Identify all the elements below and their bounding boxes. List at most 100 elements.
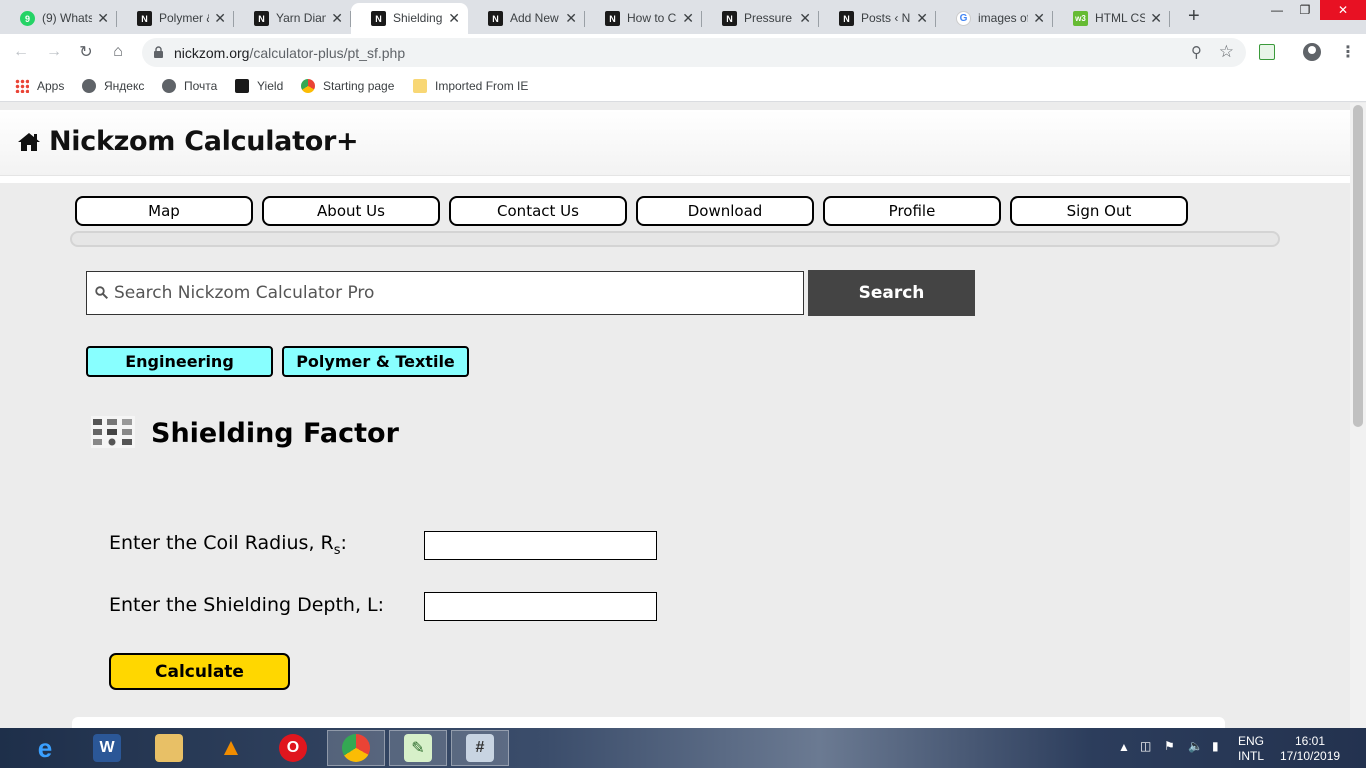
result-panel (72, 717, 1225, 728)
tab-title: Pressure (744, 11, 793, 25)
search-field[interactable] (86, 271, 804, 315)
tray-expand-icon[interactable]: ▲ (1118, 740, 1130, 755)
home-icon[interactable]: ⌂ (107, 41, 129, 63)
extension-icon[interactable] (1259, 44, 1275, 60)
network-icon[interactable]: ◫ (1140, 739, 1151, 754)
maximize-button[interactable]: ❐ (1292, 0, 1318, 20)
shielding-depth-label: Enter the Shielding Depth, L: (109, 594, 385, 616)
tab-shielding[interactable]: N Shielding ✕ (351, 3, 468, 34)
forward-arrow-icon[interactable]: → (43, 41, 65, 63)
word-icon[interactable]: W (78, 730, 136, 766)
window-close-button[interactable]: ✕ (1320, 0, 1366, 20)
page-content: Nickzom Calculator+ Map About Us Contact… (0, 103, 1350, 728)
nav-sign-out[interactable]: Sign Out (1010, 196, 1188, 226)
close-icon[interactable]: ✕ (682, 10, 694, 26)
clock[interactable]: 16:01 17/10/2019 (1280, 734, 1340, 764)
bookmark-yandex[interactable]: Яндекс (82, 77, 144, 95)
new-tab-button[interactable]: + (1188, 6, 1200, 26)
tab-pressure[interactable]: N Pressure ✕ (702, 3, 819, 34)
close-icon[interactable]: ✕ (97, 10, 109, 26)
globe-icon (162, 79, 176, 93)
category-polymer-textile[interactable]: Polymer & Textile (282, 346, 469, 377)
nav-download[interactable]: Download (636, 196, 814, 226)
chrome-icon (301, 79, 315, 93)
signal-icon[interactable]: ▮ (1212, 739, 1219, 754)
category-engineering[interactable]: Engineering (86, 346, 273, 377)
site-title[interactable]: Nickzom Calculator+ (49, 126, 359, 157)
notepad-icon[interactable]: ✎ (389, 730, 447, 766)
internet-explorer-icon[interactable]: e (16, 730, 74, 766)
shielding-depth-input[interactable] (424, 592, 657, 621)
bookmark-yield[interactable]: Yield (235, 77, 283, 95)
zoom-icon[interactable]: ⚲ (1191, 43, 1202, 61)
bookmark-pochta[interactable]: Почта (162, 77, 217, 95)
tab-images[interactable]: G images of ✕ (936, 3, 1053, 34)
tab-add-new[interactable]: N Add New ✕ (468, 3, 585, 34)
close-icon[interactable]: ✕ (799, 10, 811, 26)
bookmark-star-icon[interactable]: ☆ (1219, 42, 1234, 62)
back-arrow-icon[interactable]: ← (10, 41, 32, 63)
tab-html-css[interactable]: w3 HTML CSS ✕ (1053, 3, 1170, 34)
nav-profile[interactable]: Profile (823, 196, 1001, 226)
calculator-icon[interactable]: # (451, 730, 509, 766)
close-icon[interactable]: ✕ (916, 10, 928, 26)
tab-posts[interactable]: N Posts ‹ Nickzom ✕ (819, 3, 936, 34)
close-icon[interactable]: ✕ (331, 10, 343, 26)
bookmarks-bar: Apps Яндекс Почта Yield Starting page Im… (0, 71, 1366, 102)
calculate-button[interactable]: Calculate (109, 653, 290, 690)
w3schools-icon: w3 (1073, 11, 1088, 26)
minimize-button[interactable]: — (1264, 0, 1290, 20)
opera-icon[interactable]: O (264, 730, 322, 766)
file-explorer-icon[interactable] (140, 730, 198, 766)
nickzom-icon: N (722, 11, 737, 26)
page-scrollbar[interactable] (1350, 103, 1366, 728)
tab-title: Polymer & Textile (159, 11, 209, 25)
coil-radius-input[interactable] (424, 531, 657, 560)
nickzom-icon: N (605, 11, 620, 26)
menu-dots-icon[interactable]: ⋮ (1340, 42, 1356, 62)
nav-map[interactable]: Map (75, 196, 253, 226)
reload-icon[interactable]: ↻ (75, 41, 97, 63)
scrollbar-thumb[interactable] (1353, 105, 1363, 427)
profile-avatar-icon[interactable] (1303, 43, 1321, 61)
bookmark-apps[interactable]: Apps (15, 77, 64, 95)
search-icon (95, 286, 108, 299)
nav-about-us[interactable]: About Us (262, 196, 440, 226)
tab-polymer[interactable]: N Polymer & Textile ✕ (117, 3, 234, 34)
close-icon[interactable]: ✕ (1033, 10, 1045, 26)
tab-title: HTML CSS (1095, 11, 1145, 25)
close-icon[interactable]: ✕ (565, 10, 577, 26)
close-icon[interactable]: ✕ (1150, 10, 1162, 26)
vlc-icon[interactable]: ▲ (202, 730, 260, 766)
google-icon: G (956, 11, 971, 26)
nav-divider (70, 231, 1280, 247)
action-center-flag-icon[interactable]: ⚑ (1164, 739, 1175, 754)
close-icon[interactable]: ✕ (214, 10, 226, 26)
nickzom-icon: N (371, 11, 386, 26)
nickzom-icon: N (488, 11, 503, 26)
tab-yarn-diameter[interactable]: N Yarn Diameter ✕ (234, 3, 351, 34)
folder-icon (413, 79, 427, 93)
main-nav: Map About Us Contact Us Download Profile… (0, 196, 1350, 226)
chrome-icon[interactable] (327, 730, 385, 766)
home-icon[interactable] (17, 132, 41, 152)
bookmark-imported-ie[interactable]: Imported From IE (413, 77, 528, 95)
apps-icon (15, 79, 29, 93)
calculator-grid-icon (91, 416, 135, 448)
nav-contact-us[interactable]: Contact Us (449, 196, 627, 226)
close-icon[interactable]: ✕ (448, 10, 460, 26)
tab-how-to[interactable]: N How to Calculate ✕ (585, 3, 702, 34)
tab-whatsapp[interactable]: 9 (9) WhatsApp ✕ (0, 3, 117, 34)
tab-title: Shielding (393, 11, 443, 25)
whatsapp-icon: 9 (20, 11, 35, 26)
browser-toolbar: ← → ↻ ⌂ nickzom.org/calculator-plus/pt_s… (0, 34, 1366, 71)
search-button[interactable]: Search (808, 270, 975, 316)
language-indicator[interactable]: ENG INTL (1238, 734, 1264, 764)
nickzom-icon (235, 79, 249, 93)
volume-icon[interactable]: 🔈 (1188, 739, 1203, 754)
tab-title: Posts ‹ Nickzom (861, 11, 911, 25)
lock-icon (154, 46, 163, 58)
search-input[interactable] (114, 272, 794, 314)
bookmark-starting-page[interactable]: Starting page (301, 77, 394, 95)
address-bar[interactable]: nickzom.org/calculator-plus/pt_sf.php ⚲ … (142, 38, 1246, 67)
